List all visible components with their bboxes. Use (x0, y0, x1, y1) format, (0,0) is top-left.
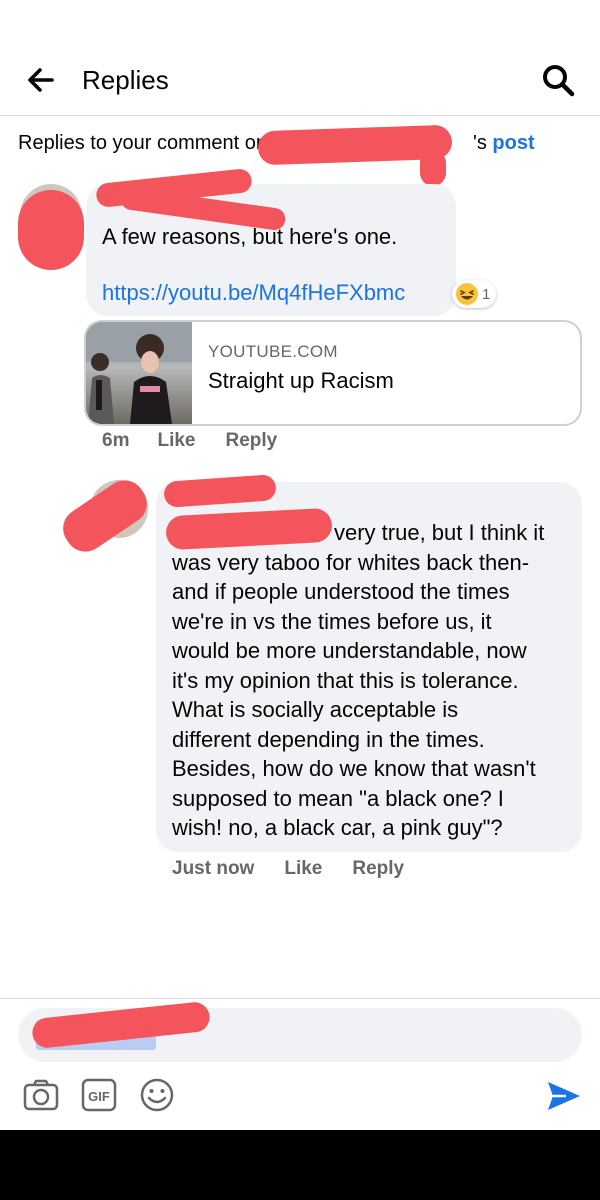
reply-text-line: different depending in the times. (172, 726, 485, 752)
context-suffix: 's (473, 132, 487, 154)
reply-text-line: would be more understandable, now (172, 638, 527, 663)
context-prefix: Replies to your comment on (18, 132, 268, 154)
reaction-count: 1 (482, 285, 491, 303)
laughing-emoji-icon (456, 283, 478, 305)
reply-text-line: supposed to mean "a black one? I (172, 785, 504, 811)
reply-actions: Just now Like Reply (172, 858, 404, 880)
reply-timestamp: Just now (172, 858, 255, 879)
like-button[interactable]: Like (157, 430, 195, 452)
comment-link[interactable]: https://youtu.be/Mq4fHeFXbmc (102, 280, 405, 306)
preview-domain: YOUTUBE.COM (208, 342, 338, 361)
reply-text-line: Besides, how do we know that wasn't (172, 756, 536, 781)
camera-icon[interactable] (22, 1076, 60, 1114)
post-link[interactable]: post (492, 132, 534, 154)
preview-title: Straight up Racism (208, 368, 394, 393)
reaction-badge[interactable]: 1 (452, 280, 497, 308)
page-title: Replies (82, 65, 169, 95)
comment-actions: 6m Like Reply (102, 430, 277, 452)
redaction-mark (420, 150, 446, 186)
app-header: Replies (0, 0, 600, 116)
send-icon[interactable] (544, 1076, 584, 1116)
gif-icon[interactable]: GIF (80, 1076, 118, 1114)
search-icon[interactable] (540, 62, 576, 98)
reply-body: very true, but I think it was very taboo… (172, 518, 572, 843)
composer-divider (0, 998, 600, 999)
like-button[interactable]: Like (284, 858, 322, 880)
back-arrow-icon[interactable] (24, 64, 56, 96)
video-thumbnail (86, 322, 192, 424)
reply-text-line: it's my opinion that this is tolerance. (172, 667, 519, 693)
reply-text-line: What is socially acceptable is (172, 697, 459, 722)
reply-button[interactable]: Reply (352, 858, 404, 880)
system-nav-bar (0, 1130, 600, 1200)
reply-text-line: was very taboo for whites back then- (172, 549, 530, 575)
gif-label: GIF (88, 1089, 110, 1104)
link-preview-card[interactable]: YOUTUBE.COM Straight up Racism (84, 320, 582, 426)
comment-timestamp: 6m (102, 430, 130, 451)
reply-text-line: we're in vs the times before us, it (172, 608, 492, 634)
reply-text-line: wish! no, a black car, a pink guy"? (172, 815, 503, 840)
composer-toolbar: GIF (22, 1076, 176, 1114)
reply-text-line: and if people understood the times (172, 579, 510, 604)
reply-button[interactable]: Reply (226, 430, 278, 452)
smiley-icon[interactable] (138, 1076, 176, 1114)
redaction-mark (18, 190, 84, 270)
